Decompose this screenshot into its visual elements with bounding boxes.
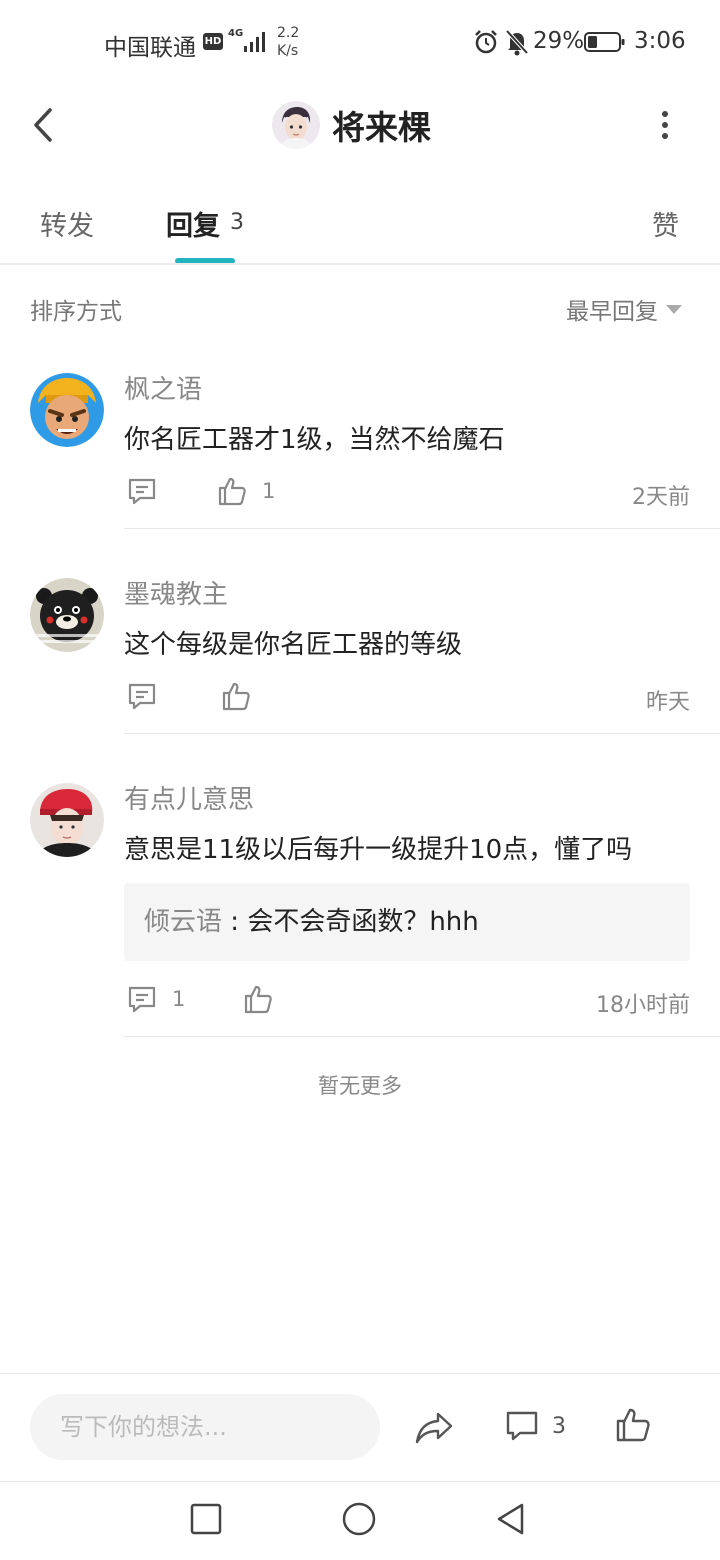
- avatar-image: [30, 783, 104, 857]
- comment-author[interactable]: 有点儿意思: [124, 779, 254, 816]
- avatar-image: [30, 578, 104, 652]
- hd-badge: HD: [203, 33, 223, 50]
- nav-back-icon[interactable]: [494, 1502, 528, 1536]
- like-count: 1: [262, 479, 276, 503]
- reply-count: 1: [172, 987, 186, 1011]
- sort-selected: 最早回复: [566, 299, 658, 325]
- like-icon[interactable]: [614, 1406, 652, 1444]
- comment-icon: [128, 683, 156, 710]
- sub-reply-author[interactable]: 倾云语: [144, 907, 222, 937]
- more-icon[interactable]: [650, 108, 680, 142]
- tab-reply[interactable]: 回复: [166, 204, 220, 243]
- comment-content: 这个每级是你名匠工器的等级: [124, 630, 463, 660]
- divider: [124, 528, 720, 529]
- divider: [0, 1373, 720, 1374]
- sort-label: 排序方式: [30, 299, 122, 325]
- carrier-name: 中国联通: [104, 35, 196, 61]
- comment-like-button[interactable]: [220, 680, 266, 712]
- comment-reply-button[interactable]: 1: [126, 983, 185, 1015]
- sub-reply-preview[interactable]: 倾云语 : 会不会奇函数？hhh: [124, 883, 690, 961]
- sort-dropdown[interactable]: 最早回复: [566, 292, 682, 326]
- divider: [124, 733, 720, 734]
- comment-input[interactable]: [30, 1394, 380, 1460]
- clock: 3:06: [634, 28, 686, 54]
- avatar[interactable]: [272, 101, 320, 149]
- post-title[interactable]: 将来棵: [272, 98, 431, 152]
- avatar[interactable]: [30, 578, 104, 652]
- back-icon[interactable]: [28, 106, 58, 144]
- comment-content: 你名匠工器才1级，当然不给魔石: [124, 425, 505, 455]
- like-icon: [222, 682, 250, 711]
- comment-like-button[interactable]: [242, 983, 288, 1015]
- comment-icon: [128, 986, 156, 1013]
- comment-time: 昨天: [645, 690, 690, 715]
- comment-author[interactable]: 枫之语: [124, 369, 202, 406]
- comment-time: 18小时前: [596, 993, 690, 1018]
- battery-icon: [584, 32, 625, 52]
- divider: [124, 1036, 720, 1037]
- recents-icon[interactable]: [190, 1503, 222, 1535]
- network-speed: 2.2 K/s: [277, 24, 299, 60]
- comment-time: 2天前: [632, 485, 690, 510]
- avatar[interactable]: [30, 783, 104, 857]
- tab-reply-count: 3: [230, 210, 244, 235]
- tab-forward[interactable]: 转发: [40, 204, 94, 243]
- battery-percent: 29%: [533, 28, 585, 54]
- share-icon[interactable]: [414, 1410, 454, 1446]
- alarm-icon: [475, 30, 497, 54]
- divider: [0, 1481, 720, 1482]
- comment-icon: [506, 1411, 538, 1441]
- page-title: 将来棵: [332, 108, 431, 147]
- speed-unit: K/s: [277, 43, 299, 59]
- like-icon: [244, 985, 272, 1014]
- comment-content: 意思是11级以后每升一级提升10点，懂了吗: [124, 835, 633, 865]
- comment-count-button[interactable]: 3: [504, 1408, 566, 1444]
- avatar[interactable]: [30, 373, 104, 447]
- comment-reply-button[interactable]: [126, 475, 172, 507]
- status-bar: 中国联通 HD 4G 2.2 K/s 29% 3:06: [0, 0, 720, 84]
- no-more-text: 暂无更多: [318, 1074, 402, 1098]
- user-avatar-image: [272, 101, 320, 149]
- sub-reply-text: 会不会奇函数？hhh: [247, 907, 479, 937]
- home-icon[interactable]: [342, 1502, 376, 1536]
- caret-down-icon: [666, 304, 682, 314]
- comment-author[interactable]: 墨魂教主: [124, 574, 228, 611]
- signal-icon: [244, 32, 265, 52]
- speed-value: 2.2: [277, 25, 300, 41]
- avatar-image: [30, 373, 104, 447]
- sub-reply-separator: :: [222, 907, 248, 937]
- comment-icon: [128, 478, 156, 505]
- comment-count: 3: [552, 1413, 566, 1439]
- tab-like[interactable]: 赞: [652, 204, 679, 243]
- comment-reply-button[interactable]: [126, 680, 172, 712]
- comment-like-button[interactable]: 1: [216, 475, 275, 507]
- bell-off-icon: [505, 29, 529, 56]
- divider: [0, 263, 720, 265]
- like-icon: [218, 477, 246, 506]
